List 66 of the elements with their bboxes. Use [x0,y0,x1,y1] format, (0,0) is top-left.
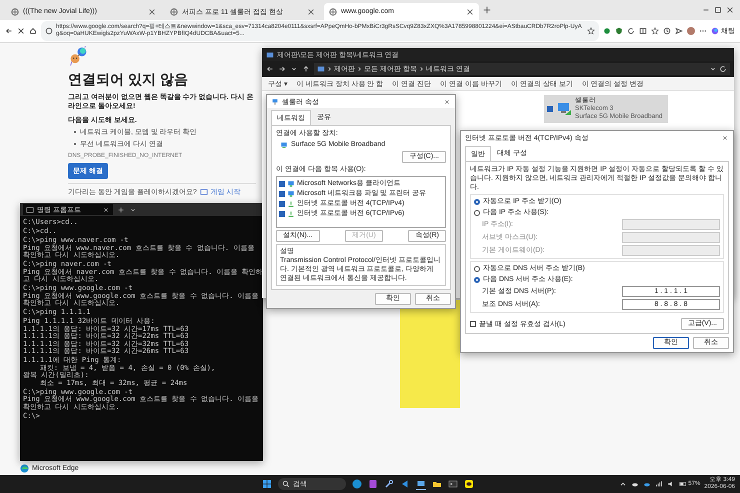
radio-button[interactable] [474,276,480,282]
refresh-icon[interactable] [627,27,635,35]
error-heading: 연결되어 있지 않음 [68,71,188,89]
start-icon[interactable] [262,479,272,489]
network-icon [271,98,279,106]
profile-avatar[interactable] [687,27,695,35]
close-icon[interactable] [102,206,110,214]
control-panel-icon [317,65,325,73]
copilot-icon [711,27,719,35]
wrench-icon[interactable] [384,479,394,489]
network-window-icon[interactable] [416,478,426,490]
dropdown-icon[interactable] [290,65,298,73]
mascot-drawing [68,46,88,68]
close-icon[interactable] [148,8,156,16]
star-icon[interactable] [587,27,595,35]
terminal-icon[interactable] [448,479,458,489]
checkbox[interactable] [547,106,553,112]
battery-icon [679,480,688,488]
network-computer-icon [556,102,572,116]
checkbox[interactable] [279,180,285,186]
protocol-icon [287,210,295,218]
split-screen-icon[interactable] [639,27,647,35]
radio-button[interactable] [474,198,480,204]
dropdown-icon[interactable] [709,65,717,73]
checkbox[interactable] [279,210,285,216]
close-icon[interactable] [307,8,315,16]
game-icon [200,188,208,196]
forward-arrow-icon[interactable] [278,65,286,73]
search-icon [282,480,290,488]
checkbox[interactable] [279,190,285,196]
close-icon[interactable] [726,6,734,14]
chevron-right-icon [357,65,362,73]
protocol-icon [287,200,295,208]
network-client-icon [287,180,295,188]
up-arrow-icon[interactable] [302,65,310,73]
close-icon[interactable] [443,98,451,106]
signal-icon[interactable] [655,480,664,488]
history-icon[interactable] [663,27,671,35]
chat-app-icon[interactable] [464,479,474,489]
chevron-right-icon [418,65,424,73]
network-adapter-icon [280,140,288,148]
radio-button[interactable] [474,210,480,216]
close-icon[interactable] [721,134,729,142]
back-arrow-icon[interactable] [5,27,13,35]
home-icon[interactable] [29,27,37,35]
info-icon [45,27,53,35]
share-icon[interactable] [675,27,683,35]
close-icon[interactable] [466,8,474,16]
edge-logo-icon [20,464,29,473]
new-tab-icon[interactable] [483,6,491,14]
globe-icon [329,8,337,16]
globe-icon [11,8,19,16]
globe-icon [170,8,178,16]
terminal-icon [26,206,34,214]
checkbox[interactable] [279,200,285,206]
star-icon[interactable] [651,27,659,35]
maximize-icon[interactable] [714,6,722,14]
folder-icon[interactable] [432,479,442,489]
chevron-up-icon[interactable] [619,480,628,488]
shield-icon[interactable] [615,27,623,35]
checkbox[interactable] [470,321,476,327]
network-client-icon [287,190,295,198]
stop-icon[interactable] [17,27,25,35]
chevron-right-icon [327,65,332,73]
radio-button[interactable] [474,266,480,272]
control-panel-icon [266,50,274,58]
